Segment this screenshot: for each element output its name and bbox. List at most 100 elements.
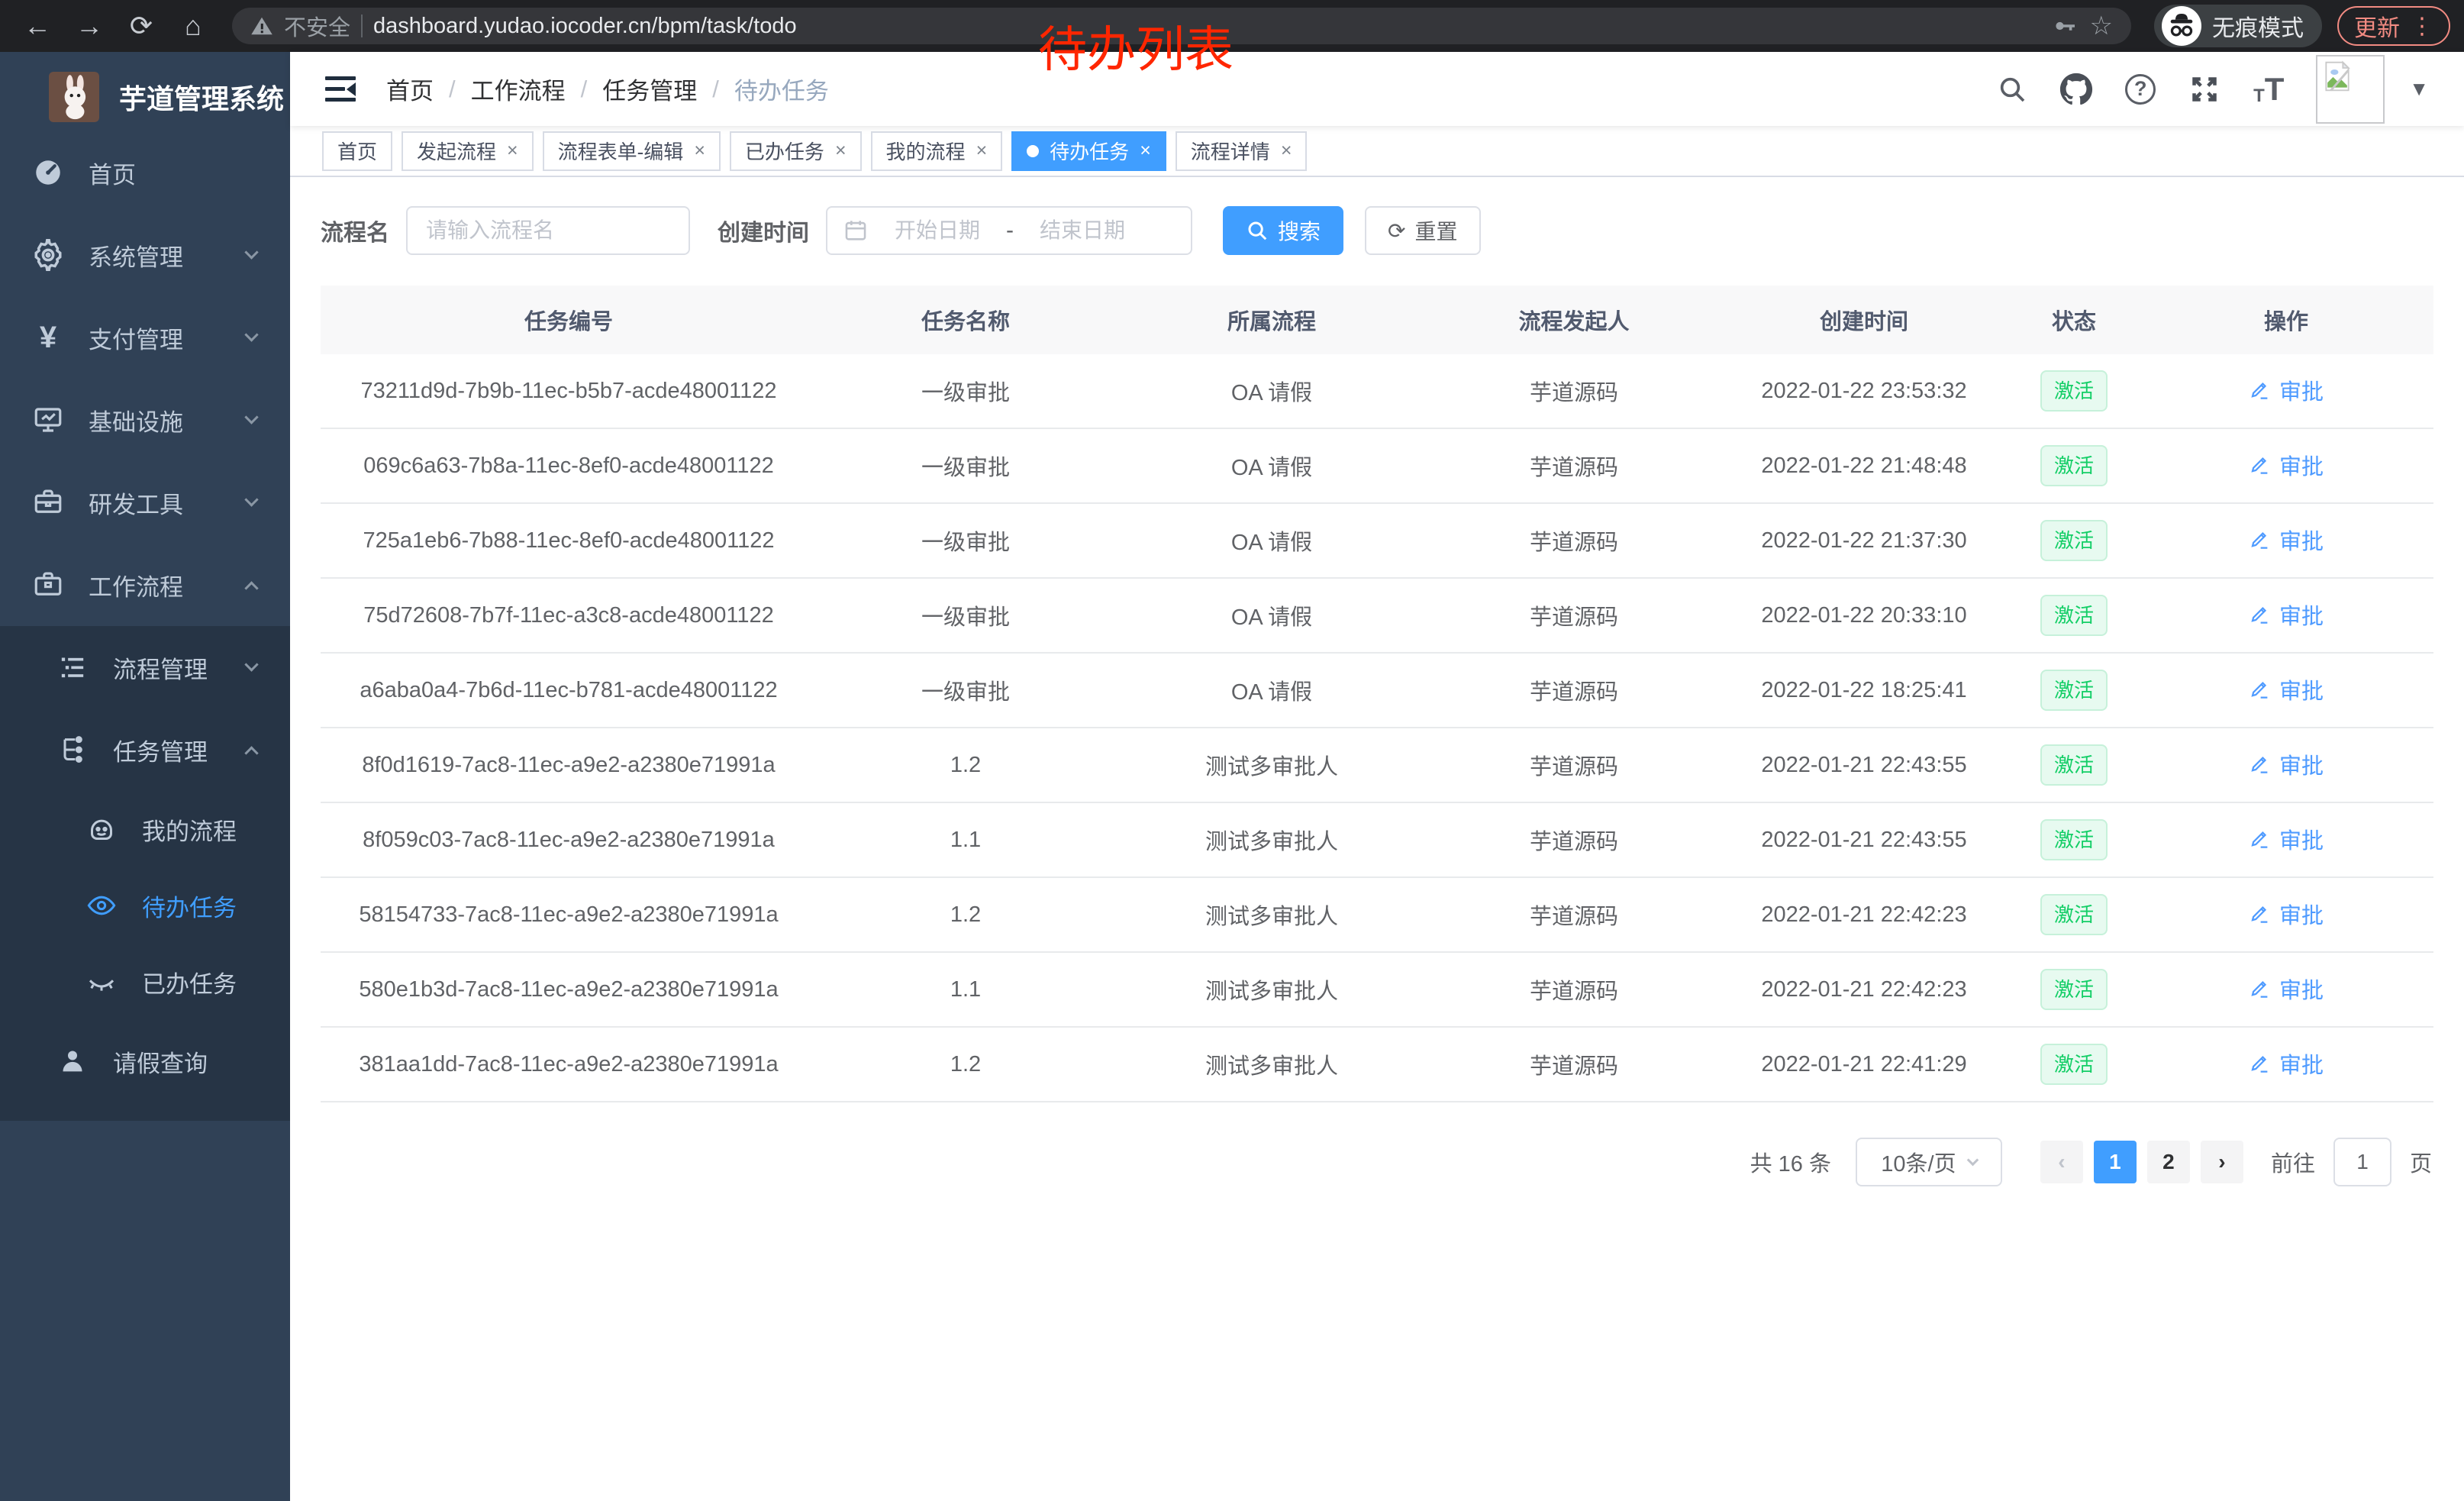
next-page-button[interactable]: › [2201, 1141, 2243, 1183]
back-icon[interactable]: ← [14, 0, 61, 52]
cell-actions: 审批 [2139, 599, 2433, 632]
update-button[interactable]: 更新 ⋮ [2337, 6, 2450, 46]
col-initiator: 流程发起人 [1429, 304, 1719, 336]
approve-link[interactable]: 审批 [2249, 599, 2324, 631]
font-size-icon[interactable] [2252, 73, 2285, 106]
close-icon[interactable]: × [976, 140, 988, 162]
sidebar-item-task-mgmt[interactable]: 任务管理 [0, 709, 290, 791]
refresh-icon: ⟳ [1388, 218, 1405, 244]
cell-actions: 审批 [2139, 823, 2433, 857]
sidebar-item-process-mgmt[interactable]: 流程管理 [0, 626, 290, 709]
incognito-label: 无痕模式 [2212, 9, 2304, 43]
cell-task-name: 1.2 [817, 753, 1114, 778]
forward-icon[interactable]: → [66, 0, 113, 52]
cell-process: 测试多审批人 [1114, 973, 1429, 1006]
sidebar-item-todo-tasks[interactable]: 待办任务 [0, 867, 290, 944]
cell-task-name: 一级审批 [817, 450, 1114, 482]
sidebar-item-leave-query[interactable]: 请假查询 [0, 1020, 290, 1102]
tab-label: 流程详情 [1191, 137, 1270, 165]
sidebar-item-my-process[interactable]: 我的流程 [0, 791, 290, 867]
breadcrumb-task-mgmt[interactable]: 任务管理 [602, 72, 697, 106]
process-name-input[interactable] [426, 218, 670, 243]
process-name-field[interactable] [406, 206, 690, 255]
cell-initiator: 芋道源码 [1429, 674, 1719, 706]
approve-link[interactable]: 审批 [2249, 898, 2324, 930]
sidebar-item-infrastructure[interactable]: 基础设施 [0, 379, 290, 461]
search-button[interactable]: 搜索 [1223, 206, 1343, 255]
sidebar-item-payment[interactable]: ¥ 支付管理 [0, 296, 290, 379]
app-logo-row[interactable]: 芋道管理系统 [0, 52, 290, 131]
reset-button[interactable]: ⟳ 重置 [1365, 206, 1480, 255]
sidebar-item-done-tasks[interactable]: 已办任务 [0, 944, 290, 1020]
cell-status: 激活 [2009, 894, 2139, 935]
avatar-caret-down-icon[interactable]: ▼ [2409, 77, 2429, 101]
tag-tab-todo-tasks[interactable]: 待办任务 × [1011, 131, 1166, 171]
tag-tab-process-form-edit[interactable]: 流程表单-编辑× [543, 131, 721, 171]
password-key-icon[interactable] [2052, 12, 2079, 40]
close-icon[interactable]: × [507, 140, 518, 162]
approve-link[interactable]: 审批 [2249, 748, 2324, 780]
reload-icon[interactable]: ⟳ [118, 0, 165, 52]
help-icon[interactable]: ? [2124, 73, 2157, 106]
breadcrumb-workflow[interactable]: 工作流程 [471, 72, 566, 106]
chevron-up-icon [244, 581, 258, 595]
chevron-down-icon [244, 410, 258, 424]
sidebar-item-label: 基础设施 [89, 403, 183, 437]
goto-page-input[interactable] [2333, 1138, 2391, 1186]
page-2-button[interactable]: 2 [2147, 1141, 2190, 1183]
sidebar-item-workflow[interactable]: 工作流程 [0, 544, 290, 626]
table-row: 75d72608-7b7f-11ec-a3c8-acde48001122 一级审… [321, 579, 2433, 654]
close-icon[interactable]: × [694, 140, 705, 162]
approve-link[interactable]: 审批 [2249, 823, 2324, 855]
close-icon[interactable]: × [835, 140, 847, 162]
tag-tab-home[interactable]: 首页 [322, 131, 392, 171]
sidebar-item-devtools[interactable]: 研发工具 [0, 461, 290, 544]
approve-link[interactable]: 审批 [2249, 524, 2324, 556]
approve-link[interactable]: 审批 [2249, 1047, 2324, 1080]
search-icon[interactable] [1995, 73, 2029, 106]
toolbox-icon [31, 485, 66, 520]
tab-label: 待办任务 [1050, 137, 1129, 165]
browser-menu-dots-icon[interactable]: ⋮ [2411, 13, 2433, 40]
cell-initiator: 芋道源码 [1429, 450, 1719, 482]
cell-created: 2022-01-22 21:48:48 [1719, 454, 2009, 479]
sidebar-item-system[interactable]: 系统管理 [0, 214, 290, 296]
sidebar-toggle-icon[interactable] [325, 76, 356, 102]
approve-link[interactable]: 审批 [2249, 673, 2324, 705]
fullscreen-icon[interactable] [2188, 73, 2221, 106]
tag-tab-done-tasks[interactable]: 已办任务× [730, 131, 862, 171]
close-icon[interactable]: × [1140, 140, 1151, 162]
total-count: 共 16 条 [1750, 1146, 1831, 1178]
active-dot [1027, 145, 1039, 157]
tag-tab-process-detail[interactable]: 流程详情 × [1176, 131, 1308, 171]
start-date-input[interactable] [876, 218, 998, 243]
approve-link[interactable]: 审批 [2249, 374, 2324, 406]
sidebar-item-home[interactable]: 首页 [0, 131, 290, 214]
page-1-button[interactable]: 1 [2094, 1141, 2137, 1183]
tree-icon [55, 732, 90, 767]
prev-page-button[interactable]: ‹ [2040, 1141, 2083, 1183]
tag-tab-my-process[interactable]: 我的流程× [871, 131, 1003, 171]
tab-label: 发起流程 [417, 137, 496, 165]
page-size-select[interactable]: 10条/页 [1856, 1138, 2002, 1186]
tag-tab-start-process[interactable]: 发起流程 × [402, 131, 534, 171]
bookmark-star-icon[interactable]: ☆ [2090, 11, 2113, 41]
col-status: 状态 [2009, 304, 2139, 336]
home-icon[interactable]: ⌂ [169, 0, 217, 52]
end-date-input[interactable] [1021, 218, 1143, 243]
monitor-icon [31, 402, 66, 437]
cell-process: 测试多审批人 [1114, 824, 1429, 856]
avatar[interactable] [2316, 55, 2385, 124]
approve-link[interactable]: 审批 [2249, 973, 2324, 1005]
status-badge: 激活 [2040, 969, 2108, 1010]
breadcrumb-home[interactable]: 首页 [386, 72, 434, 106]
security-label[interactable]: 不安全 [284, 10, 350, 42]
date-range-picker[interactable]: - [826, 206, 1192, 255]
edit-pencil-icon [2249, 603, 2272, 626]
close-icon[interactable]: × [1281, 140, 1292, 162]
github-icon[interactable] [2059, 73, 2093, 106]
yen-icon: ¥ [31, 320, 66, 355]
approve-link[interactable]: 审批 [2249, 449, 2324, 481]
cell-task-id: 381aa1dd-7ac8-11ec-a9e2-a2380e71991a [321, 1052, 817, 1077]
cell-actions: 审批 [2139, 898, 2433, 931]
